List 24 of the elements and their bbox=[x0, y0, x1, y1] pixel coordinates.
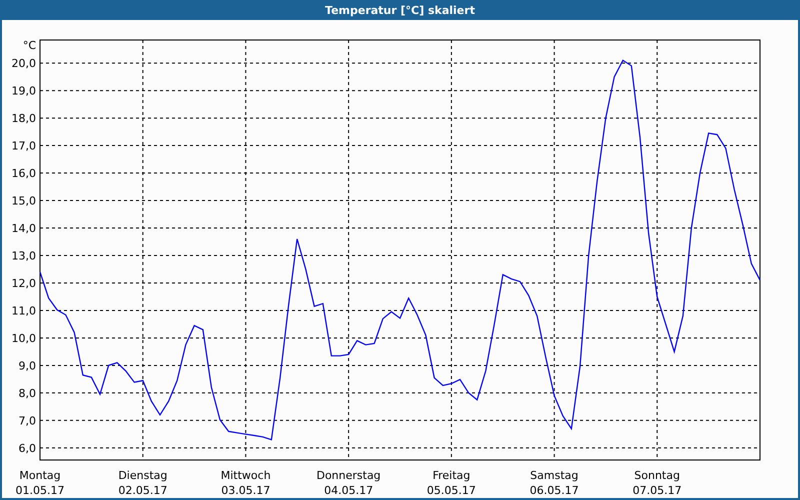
axis-tick-label: 20,0 bbox=[12, 57, 36, 70]
axis-tick-label: 7,0 bbox=[18, 414, 36, 428]
axis-tick-label: Donnerstag 04.05.17 bbox=[316, 469, 381, 497]
axis-tick-label: 6,0 bbox=[18, 442, 36, 455]
axis-tick-label: 17,0 bbox=[12, 140, 36, 153]
axis-tick-label: 14,0 bbox=[12, 222, 36, 235]
axis-tick-label: 19,0 bbox=[12, 84, 36, 98]
axis-tick-label: Montag 01.05.17 bbox=[16, 469, 64, 497]
axis-tick-label: 11,0 bbox=[12, 304, 36, 318]
axis-tick-label: 9,0 bbox=[18, 359, 36, 372]
axis-tick-label: Dienstag 02.05.17 bbox=[118, 469, 168, 497]
axis-tick-label: 13,0 bbox=[12, 250, 36, 262]
window-title: Temperatur [°C] skaliert bbox=[325, 4, 475, 16]
axis-unit-label: °C bbox=[22, 39, 36, 52]
axis-tick-label: 12,0 bbox=[12, 276, 36, 290]
axis-tick-label: 8,0 bbox=[18, 386, 36, 400]
axis-tick-label: Mittwoch 03.05.17 bbox=[220, 469, 271, 497]
axis-tick-label: Samstag 06.05.17 bbox=[530, 469, 579, 497]
axis-tick-label: 18,0 bbox=[12, 112, 36, 126]
axis-tick-label: Freitag 05.05.17 bbox=[426, 469, 476, 497]
axis-tick-label: 15,0 bbox=[12, 194, 36, 208]
axis-tick-label: 16,0 bbox=[12, 167, 36, 180]
axis-tick-label: Sonntag 07.05.17 bbox=[632, 469, 682, 497]
axis-tick-label: 10,0 bbox=[12, 332, 36, 345]
